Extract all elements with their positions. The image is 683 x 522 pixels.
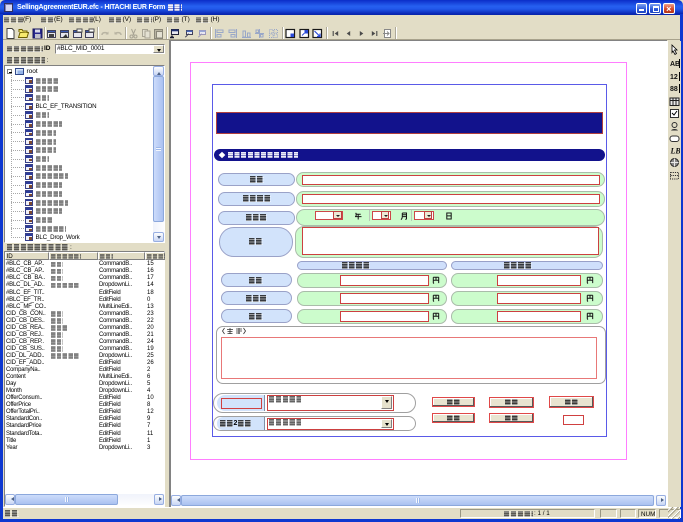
svg-text:12: 12 (670, 74, 678, 81)
svg-text:LB: LB (669, 146, 680, 155)
svg-text:88: 88 (670, 86, 678, 93)
svg-text:AB: AB (670, 61, 680, 68)
